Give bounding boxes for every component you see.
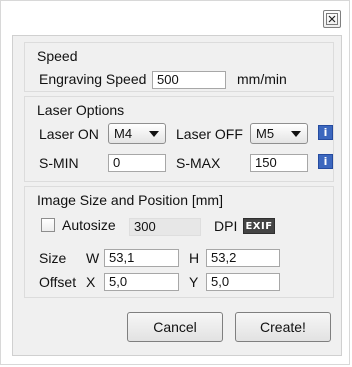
laser-on-select[interactable]: M4	[108, 123, 166, 144]
laser-off-select[interactable]: M5	[250, 123, 308, 144]
speed-unit-label: mm/min	[237, 71, 287, 87]
offset-y-input[interactable]: 5,0	[206, 273, 280, 291]
cancel-button[interactable]: Cancel	[127, 312, 223, 342]
x-label: X	[86, 274, 96, 290]
s-max-input[interactable]: 150	[250, 154, 308, 172]
height-input[interactable]: 53,2	[206, 249, 280, 267]
offset-x-input[interactable]: 5,0	[104, 273, 179, 291]
close-icon	[326, 13, 338, 25]
laser-options-group: Laser Options Laser ON M4 Laser OFF M5 i…	[24, 96, 334, 182]
image-size-title: Image Size and Position [mm]	[37, 192, 223, 208]
s-max-label: S-MAX	[176, 155, 221, 171]
autosize-checkbox[interactable]	[41, 218, 55, 232]
chevron-down-icon	[291, 131, 301, 137]
autosize-label: Autosize	[62, 217, 116, 233]
s-min-label: S-MIN	[39, 155, 79, 171]
exif-button[interactable]: EXIF	[243, 218, 275, 234]
speed-group: Speed Engraving Speed 500 mm/min	[24, 42, 334, 92]
image-size-group: Image Size and Position [mm] Autosize 30…	[24, 186, 334, 298]
laser-off-value: M5	[256, 126, 275, 141]
size-label: Size	[39, 250, 67, 266]
h-label: H	[189, 250, 200, 266]
engraving-speed-input[interactable]: 500	[152, 71, 226, 89]
dialog-window: Speed Engraving Speed 500 mm/min Laser O…	[0, 0, 350, 365]
laser-on-label: Laser ON	[39, 126, 99, 142]
s-min-input[interactable]: 0	[108, 154, 166, 172]
laser-options-title: Laser Options	[37, 102, 125, 118]
create-button[interactable]: Create!	[235, 312, 331, 342]
info-icon[interactable]: i	[318, 125, 333, 140]
offset-label: Offset	[39, 274, 77, 290]
dpi-label: DPI	[214, 218, 238, 234]
dpi-value-field: 300	[129, 218, 201, 236]
laser-on-value: M4	[114, 126, 133, 141]
close-button[interactable]	[323, 10, 341, 28]
w-label: W	[86, 250, 100, 266]
chevron-down-icon	[149, 131, 159, 137]
info-icon[interactable]: i	[318, 154, 333, 169]
engraving-speed-label: Engraving Speed	[39, 71, 147, 87]
dialog-content: Speed Engraving Speed 500 mm/min Laser O…	[12, 35, 342, 356]
laser-off-label: Laser OFF	[176, 126, 243, 142]
width-input[interactable]: 53,1	[104, 249, 179, 267]
speed-group-title: Speed	[37, 48, 78, 64]
y-label: Y	[189, 274, 199, 290]
